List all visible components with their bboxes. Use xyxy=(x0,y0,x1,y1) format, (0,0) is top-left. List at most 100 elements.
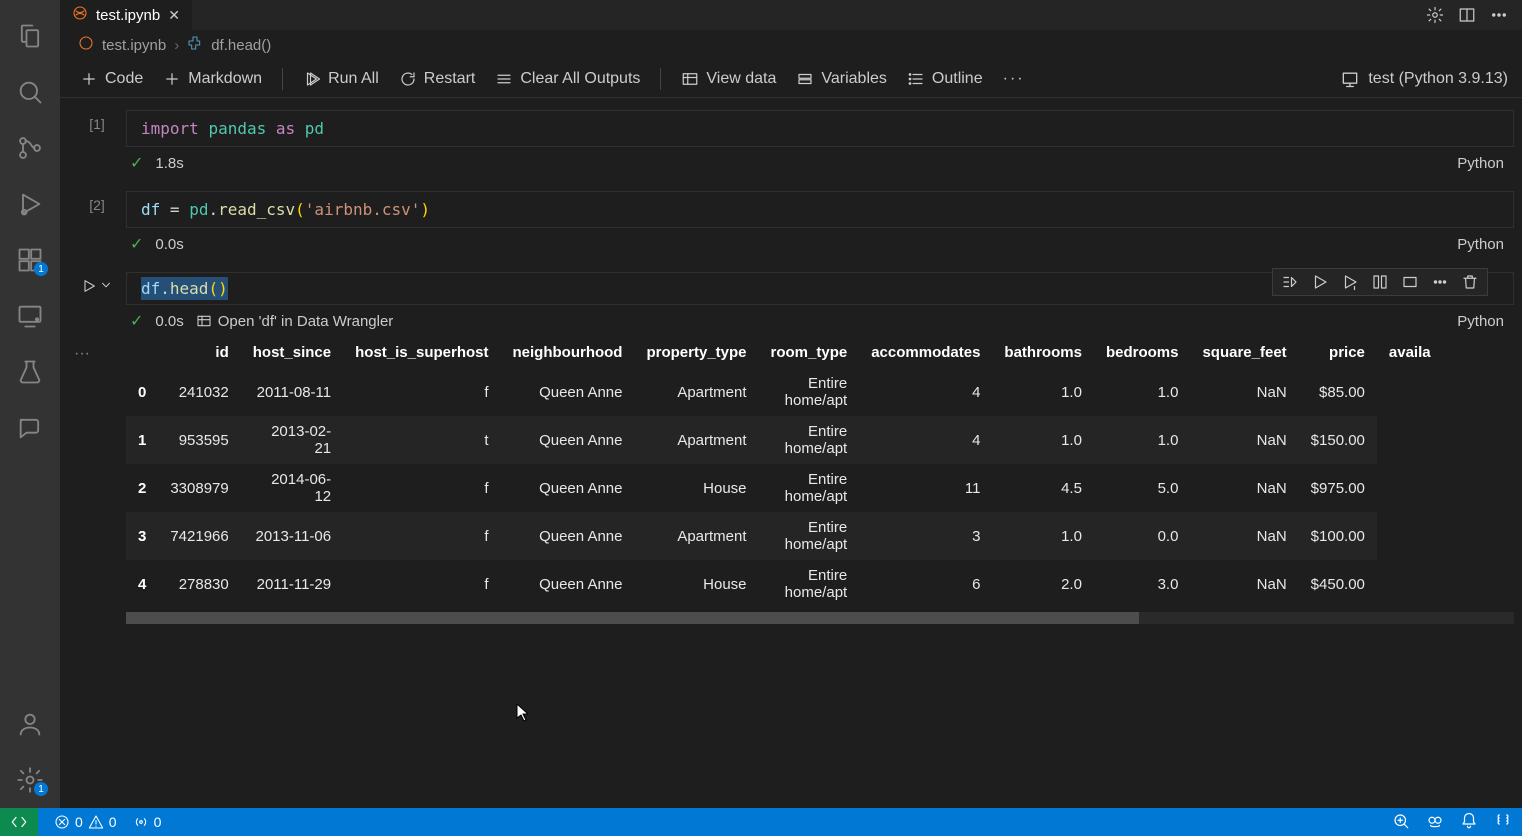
variables-button[interactable]: Variables xyxy=(790,66,893,92)
code-editor[interactable]: df = pd.read_csv('airbnb.csv') xyxy=(126,191,1514,228)
tab-title: test.ipynb xyxy=(96,7,160,24)
table-row: 42788302011-11-29fQueen AnneHouseEntireh… xyxy=(126,560,1443,608)
exec-time: 1.8s xyxy=(155,155,183,172)
table-cell: 278830 xyxy=(158,560,240,608)
editor-area: test.ipynb ✕ test.ipynb › df.head() xyxy=(60,0,1522,808)
toggle-output-icon[interactable] xyxy=(1401,273,1419,291)
settings-gear-icon[interactable]: 1 xyxy=(16,766,44,794)
table-cell: $150.00 xyxy=(1299,416,1377,464)
table-cell: t xyxy=(343,416,500,464)
cell-language[interactable]: Python xyxy=(1457,155,1510,172)
table-cell: 4 xyxy=(859,368,992,416)
copilot-icon[interactable] xyxy=(1426,812,1444,833)
run-debug-icon[interactable] xyxy=(16,190,44,218)
table-row: 374219662013-11-06fQueen AnneApartmentEn… xyxy=(126,512,1443,560)
table-cell: Queen Anne xyxy=(501,560,635,608)
cell-indicator-icon[interactable] xyxy=(1494,812,1512,833)
table-cell: f xyxy=(343,560,500,608)
add-code-button[interactable]: Code xyxy=(74,66,149,92)
execute-cell-icon[interactable] xyxy=(1311,273,1329,291)
delete-cell-icon[interactable] xyxy=(1461,273,1479,291)
accounts-icon[interactable] xyxy=(16,710,44,738)
cell-language[interactable]: Python xyxy=(1457,313,1510,330)
column-header: id xyxy=(158,337,240,368)
remote-indicator[interactable] xyxy=(0,808,38,836)
cell-2: [2] df = pd.read_csv('airbnb.csv') ✓ 0.0… xyxy=(68,191,1514,254)
manage-gear-icon[interactable] xyxy=(1426,6,1444,24)
table-cell: Entirehome/apt xyxy=(759,512,860,560)
table-cell: f xyxy=(343,464,500,512)
remote-explorer-icon[interactable] xyxy=(16,302,44,330)
breadcrumb-symbol[interactable]: df.head() xyxy=(211,37,271,54)
table-cell: NaN xyxy=(1190,368,1298,416)
table-cell: 2014-06-12 xyxy=(241,464,343,512)
split-editor-icon[interactable] xyxy=(1458,6,1476,24)
breadcrumb-file[interactable]: test.ipynb xyxy=(102,37,166,54)
execute-below-icon[interactable] xyxy=(1341,273,1359,291)
table-cell: 7421966 xyxy=(158,512,240,560)
run-by-line-icon[interactable] xyxy=(1281,273,1299,291)
cell-toolbar xyxy=(1272,268,1488,296)
table-cell: Apartment xyxy=(634,512,758,560)
table-cell: Entirehome/apt xyxy=(759,464,860,512)
extensions-icon[interactable]: 1 xyxy=(16,246,44,274)
notifications-icon[interactable] xyxy=(1460,812,1478,833)
notebook-toolbar: Code Markdown Run All Restart Clear All … xyxy=(60,60,1522,98)
table-cell: Apartment xyxy=(634,368,758,416)
kernel-selector[interactable]: test (Python 3.9.13) xyxy=(1340,69,1508,89)
explorer-icon[interactable] xyxy=(16,22,44,50)
code-editor[interactable]: import pandas as pd xyxy=(126,110,1514,147)
extensions-badge: 1 xyxy=(34,262,48,276)
more-actions-icon[interactable] xyxy=(1490,6,1508,24)
table-row: 02410322011-08-11fQueen AnneApartmentEnt… xyxy=(126,368,1443,416)
search-icon[interactable] xyxy=(16,78,44,106)
breadcrumb[interactable]: test.ipynb › df.head() xyxy=(60,30,1522,60)
column-header: host_is_superhost xyxy=(343,337,500,368)
jupyter-icon xyxy=(72,5,88,25)
table-cell: 4.5 xyxy=(992,464,1094,512)
run-cell-icon[interactable] xyxy=(81,278,97,294)
output-more-icon[interactable]: ··· xyxy=(68,337,96,624)
add-markdown-button[interactable]: Markdown xyxy=(157,66,268,92)
view-data-button[interactable]: View data xyxy=(675,66,782,92)
table-cell: 3.0 xyxy=(1094,560,1191,608)
restart-button[interactable]: Restart xyxy=(393,66,482,92)
table-cell: $975.00 xyxy=(1299,464,1377,512)
ports-button[interactable]: 0 xyxy=(133,814,162,830)
chevron-down-icon[interactable] xyxy=(99,278,113,297)
split-cell-icon[interactable] xyxy=(1371,273,1389,291)
close-icon[interactable]: ✕ xyxy=(168,7,180,24)
success-check-icon: ✓ xyxy=(130,311,143,331)
column-header: bedrooms xyxy=(1094,337,1191,368)
problems-button[interactable]: 0 0 xyxy=(54,814,117,830)
cell-language[interactable]: Python xyxy=(1457,236,1510,253)
outline-button[interactable]: Outline xyxy=(901,66,989,92)
run-all-button[interactable]: Run All xyxy=(297,66,385,92)
tab-bar: test.ipynb ✕ xyxy=(60,0,1522,30)
cell-more-icon[interactable] xyxy=(1431,273,1449,291)
testing-icon[interactable] xyxy=(16,358,44,386)
table-cell: 2013-02-21 xyxy=(241,416,343,464)
table-cell: Queen Anne xyxy=(501,464,635,512)
dataframe-table: idhost_sincehost_is_superhostneighbourho… xyxy=(126,337,1443,608)
table-cell: 11 xyxy=(859,464,992,512)
table-cell: 241032 xyxy=(158,368,240,416)
table-cell: f xyxy=(343,512,500,560)
source-control-icon[interactable] xyxy=(16,134,44,162)
clear-outputs-button[interactable]: Clear All Outputs xyxy=(489,66,646,92)
table-cell: 5.0 xyxy=(1094,464,1191,512)
column-header: property_type xyxy=(634,337,758,368)
table-cell: 3 xyxy=(859,512,992,560)
tab-test-ipynb[interactable]: test.ipynb ✕ xyxy=(60,0,192,30)
horizontal-scrollbar[interactable] xyxy=(126,612,1514,624)
table-cell: 3308979 xyxy=(158,464,240,512)
open-data-wrangler-link[interactable]: Open 'df' in Data Wrangler xyxy=(196,313,394,330)
toolbar-more-icon[interactable]: ··· xyxy=(1003,70,1025,88)
table-cell: 4 xyxy=(859,416,992,464)
success-check-icon: ✓ xyxy=(130,153,143,173)
chat-icon[interactable] xyxy=(16,414,44,442)
scrollbar-thumb[interactable] xyxy=(126,612,1139,624)
table-cell: Entirehome/apt xyxy=(759,560,860,608)
exec-time: 0.0s xyxy=(155,236,183,253)
zoom-button[interactable] xyxy=(1392,812,1410,833)
